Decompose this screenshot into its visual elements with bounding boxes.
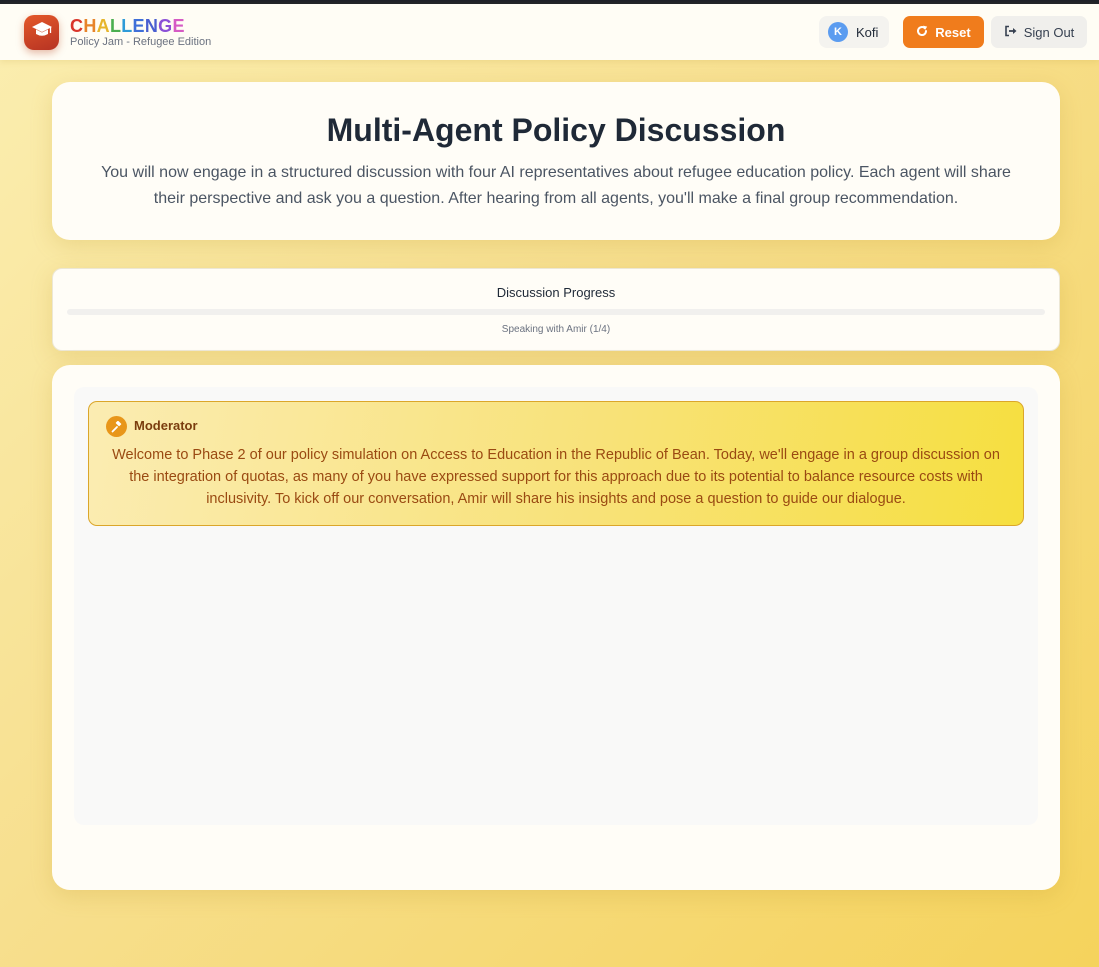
- sign-out-button[interactable]: Sign Out: [991, 16, 1087, 48]
- moderator-message: Moderator Welcome to Phase 2 of our poli…: [88, 401, 1024, 526]
- page-description: You will now engage in a structured disc…: [101, 164, 1011, 207]
- app-logo[interactable]: [24, 15, 59, 50]
- page-title: Multi-Agent Policy Discussion: [326, 112, 786, 148]
- brand-title: CHALLENGE: [70, 16, 185, 36]
- app-header: CHALLENGE Policy Jam - Refugee Edition K…: [0, 4, 1099, 60]
- brand-subtitle: Policy Jam - Refugee Edition: [70, 36, 212, 48]
- progress-status: Speaking with Amir (1/4): [501, 324, 611, 335]
- progress-title: Discussion Progress: [496, 285, 616, 300]
- brand-letter: G: [158, 16, 173, 36]
- brand-letter: E: [172, 16, 185, 36]
- brand-letter: L: [121, 16, 133, 36]
- sign-out-icon: [1004, 25, 1017, 40]
- reset-button[interactable]: Reset: [903, 16, 984, 48]
- brand-letter: A: [96, 16, 110, 36]
- chat-message-area[interactable]: Moderator Welcome to Phase 2 of our poli…: [74, 387, 1038, 825]
- chat-card: Moderator Welcome to Phase 2 of our poli…: [52, 365, 1060, 890]
- gavel-icon: [106, 416, 127, 437]
- user-name: Kofi: [856, 24, 879, 40]
- brand-letter: N: [144, 16, 159, 36]
- brand-letter: H: [83, 16, 97, 36]
- brand-letter: C: [70, 16, 84, 36]
- brand-letter: E: [132, 16, 145, 36]
- intro-card: Multi-Agent Policy Discussion You will n…: [52, 82, 1060, 240]
- graduation-cap-icon: [31, 21, 53, 44]
- reset-label: Reset: [935, 24, 971, 40]
- user-avatar: K: [828, 22, 848, 42]
- redo-icon: [916, 25, 928, 40]
- brand-letter: L: [109, 16, 122, 36]
- user-chip[interactable]: K Kofi: [819, 16, 889, 48]
- sign-out-label: Sign Out: [1023, 24, 1075, 40]
- progress-card: Discussion Progress Speaking with Amir (…: [52, 268, 1060, 351]
- message-text: Welcome to Phase 2 of our policy simulat…: [112, 447, 1000, 507]
- message-sender: Moderator: [134, 418, 198, 433]
- progress-bar: [67, 309, 1045, 315]
